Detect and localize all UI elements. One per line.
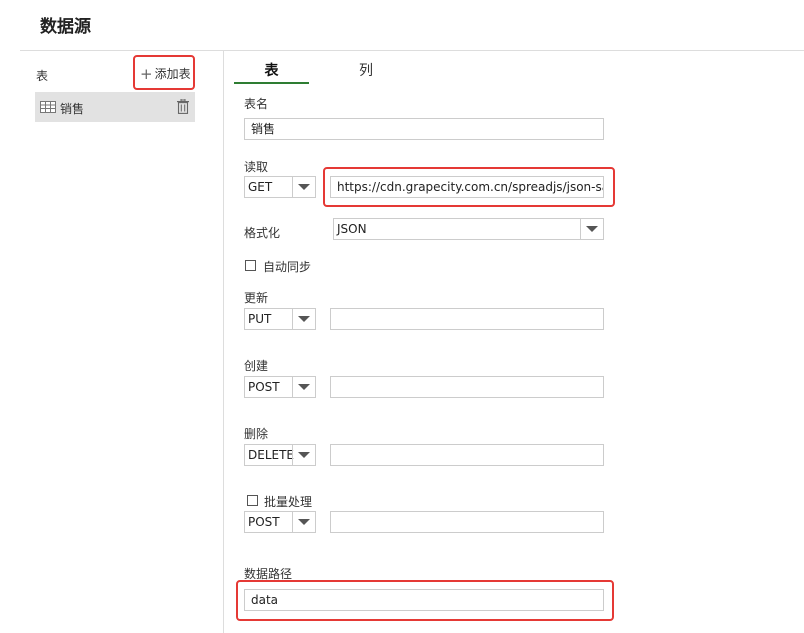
table-list-item[interactable]: 销售 [35, 92, 195, 122]
batch-checkbox[interactable] [247, 495, 258, 506]
auto-sync-checkbox[interactable] [245, 260, 256, 271]
batch-method-value: POST [248, 515, 280, 529]
tab-table[interactable]: 表 [234, 60, 309, 84]
table-name-label: 销售 [60, 102, 85, 116]
delete-label: 删除 [244, 427, 269, 441]
read-label: 读取 [244, 160, 269, 174]
chevron-down-icon [292, 177, 315, 197]
read-url-input[interactable]: https://cdn.grapecity.com.cn/spreadjs/js… [330, 176, 604, 198]
delete-url-input[interactable] [330, 444, 604, 466]
trash-icon[interactable] [177, 99, 189, 114]
plus-icon: + [140, 65, 153, 83]
update-method-select[interactable]: PUT [244, 308, 316, 330]
batch-label: 批量处理 [264, 495, 313, 509]
create-url-input[interactable] [330, 376, 604, 398]
table-name-input[interactable]: 销售 [244, 118, 604, 140]
tab-columns[interactable]: 列 [340, 60, 392, 82]
add-table-button[interactable]: + 添加表 [140, 65, 191, 83]
update-method-value: PUT [248, 312, 272, 326]
batch-method-select[interactable]: POST [244, 511, 316, 533]
page-title: 数据源 [40, 17, 91, 37]
read-method-select[interactable]: GET [244, 176, 316, 198]
chevron-down-icon [292, 445, 315, 465]
format-value: JSON [337, 222, 367, 236]
table-grid-icon [40, 101, 56, 113]
chevron-down-icon [292, 512, 315, 532]
update-label: 更新 [244, 291, 269, 305]
create-method-value: POST [248, 380, 280, 394]
format-select[interactable]: JSON [333, 218, 604, 240]
table-name-label: 表名 [244, 97, 269, 111]
chevron-down-icon [292, 377, 315, 397]
format-label: 格式化 [244, 226, 281, 240]
delete-method-value: DELETE [248, 448, 295, 462]
chevron-down-icon [580, 219, 603, 239]
update-url-input[interactable] [330, 308, 604, 330]
auto-sync-label: 自动同步 [263, 260, 312, 274]
read-method-value: GET [248, 180, 273, 194]
tables-header-label: 表 [36, 69, 49, 83]
chevron-down-icon [292, 309, 315, 329]
add-table-label: 添加表 [154, 67, 191, 81]
panel-divider [223, 51, 224, 633]
header-divider [20, 50, 804, 51]
data-path-input[interactable]: data [244, 589, 604, 611]
create-method-select[interactable]: POST [244, 376, 316, 398]
create-label: 创建 [244, 359, 269, 373]
delete-method-select[interactable]: DELETE [244, 444, 316, 466]
data-path-label: 数据路径 [244, 567, 293, 581]
batch-url-input[interactable] [330, 511, 604, 533]
